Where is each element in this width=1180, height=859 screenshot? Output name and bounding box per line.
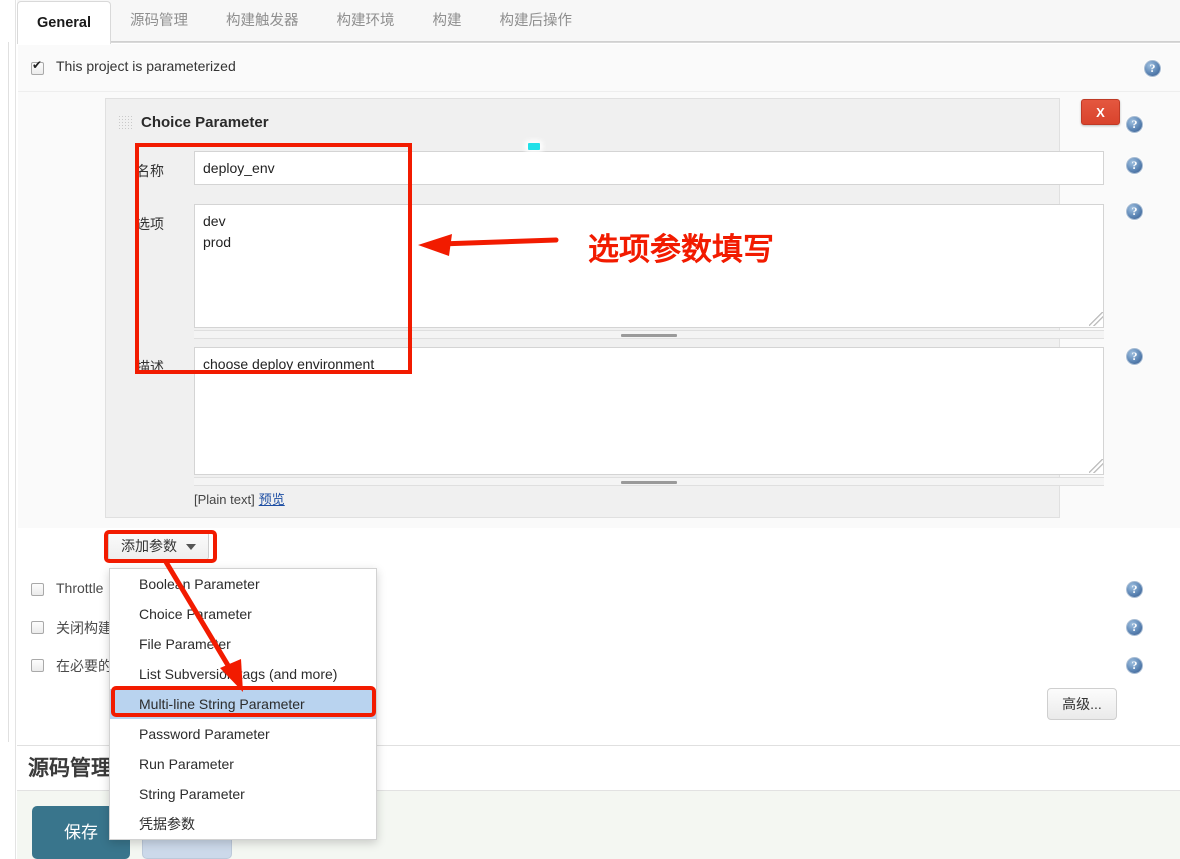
- tab-build-environment-label: 构建环境: [336, 13, 395, 29]
- throttle-label: Throttle: [56, 580, 104, 596]
- choices-field-label: 选项: [136, 216, 164, 232]
- tab-general[interactable]: General: [17, 1, 111, 45]
- dropdown-item-password-parameter[interactable]: Password Parameter: [110, 719, 376, 749]
- tab-scm[interactable]: 源码管理: [111, 0, 207, 43]
- add-parameter-button[interactable]: 添加参数: [108, 532, 209, 560]
- help-icon-choices[interactable]: [1126, 203, 1143, 220]
- tab-build-triggers[interactable]: 构建触发器: [207, 0, 318, 43]
- dropdown-item-file-parameter[interactable]: File Parameter: [110, 629, 376, 659]
- name-field-label: 名称: [136, 163, 164, 179]
- parameter-name-input[interactable]: [194, 151, 1104, 185]
- delete-parameter-button[interactable]: X: [1081, 99, 1120, 125]
- parameterized-checkbox[interactable]: [31, 59, 44, 75]
- tab-build-triggers-label: 构建触发器: [226, 13, 299, 29]
- jenkins-job-config-page: General 源码管理 构建触发器 构建环境 构建 构建后操作 This pr…: [0, 0, 1180, 859]
- add-parameter-dropdown: Boolean Parameter Choice Parameter File …: [109, 568, 377, 840]
- dropdown-item-string-parameter[interactable]: String Parameter: [110, 779, 376, 809]
- markup-formatter-row: [Plain text] 预览: [194, 489, 285, 508]
- concurrent-label: 在必要的: [56, 658, 112, 674]
- choices-field-row: 选项 dev prod: [106, 204, 1104, 334]
- help-icon-parameterized[interactable]: [1144, 60, 1161, 77]
- left-rail: [0, 0, 16, 859]
- tab-build-label: 构建: [432, 13, 462, 29]
- dropdown-item-choice-parameter[interactable]: Choice Parameter: [110, 599, 376, 629]
- throttle-checkbox[interactable]: [31, 583, 44, 596]
- dropdown-item-boolean-parameter[interactable]: Boolean Parameter: [110, 569, 376, 599]
- concurrent-checkbox[interactable]: [31, 659, 44, 672]
- left-rail-divider: [8, 42, 9, 742]
- disable-build-checkbox[interactable]: [31, 621, 44, 634]
- dropdown-item-multi-line-string-parameter[interactable]: Multi-line String Parameter: [110, 689, 376, 719]
- tab-build-environment[interactable]: 构建环境: [318, 0, 414, 43]
- tab-general-label: General: [37, 15, 91, 31]
- dropdown-item-credentials-parameter[interactable]: 凭据参数: [110, 809, 376, 839]
- advanced-button[interactable]: 高级...: [1047, 688, 1117, 720]
- ime-indicator-icon: [528, 143, 540, 150]
- dropdown-item-list-subversion-tags[interactable]: List Subversion tags (and more): [110, 659, 376, 689]
- description-drag-bar[interactable]: [194, 477, 1104, 486]
- parameterized-label: This project is parameterized: [56, 58, 236, 74]
- markup-type-label: [Plain text]: [194, 492, 255, 507]
- parameter-description-textarea[interactable]: choose deploy environment: [194, 347, 1104, 475]
- choice-parameter-panel: Choice Parameter X 名称 选项 dev prod 描述 cho…: [105, 98, 1120, 518]
- drag-grip-icon[interactable]: [118, 115, 133, 130]
- tab-scm-label: 源码管理: [130, 13, 188, 29]
- config-tab-bar: General 源码管理 构建触发器 构建环境 构建 构建后操作: [17, 0, 1180, 45]
- help-icon-name[interactable]: [1126, 157, 1143, 174]
- parameters-area: Choice Parameter X 名称 选项 dev prod 描述 cho…: [18, 92, 1180, 528]
- help-icon-disable-build[interactable]: [1126, 619, 1143, 636]
- help-icon-description[interactable]: [1126, 348, 1143, 365]
- parameterized-row: This project is parameterized: [18, 44, 1180, 92]
- choices-drag-bar[interactable]: [194, 330, 1104, 339]
- chevron-down-icon: [186, 544, 196, 551]
- preview-link[interactable]: 预览: [259, 492, 285, 507]
- description-field-row: 描述 choose deploy environment: [106, 347, 1104, 481]
- name-field-row: 名称: [106, 151, 1104, 191]
- tab-bar-underline: [17, 41, 1180, 42]
- parameter-type-title: Choice Parameter: [141, 114, 269, 131]
- tab-post-build-actions-label: 构建后操作: [499, 13, 573, 29]
- tab-post-build-actions[interactable]: 构建后操作: [481, 0, 592, 43]
- help-icon-concurrent[interactable]: [1126, 657, 1143, 674]
- parameter-choices-textarea[interactable]: dev prod: [194, 204, 1104, 328]
- help-icon-throttle[interactable]: [1126, 581, 1143, 598]
- description-field-label: 描述: [136, 359, 164, 375]
- add-parameter-label: 添加参数: [121, 538, 177, 554]
- disable-build-label: 关闭构建: [56, 620, 112, 636]
- tab-build[interactable]: 构建: [414, 0, 481, 43]
- help-icon-parameter-panel[interactable]: [1126, 116, 1143, 133]
- dropdown-item-run-parameter[interactable]: Run Parameter: [110, 749, 376, 779]
- scm-section-heading: 源码管理: [28, 757, 112, 780]
